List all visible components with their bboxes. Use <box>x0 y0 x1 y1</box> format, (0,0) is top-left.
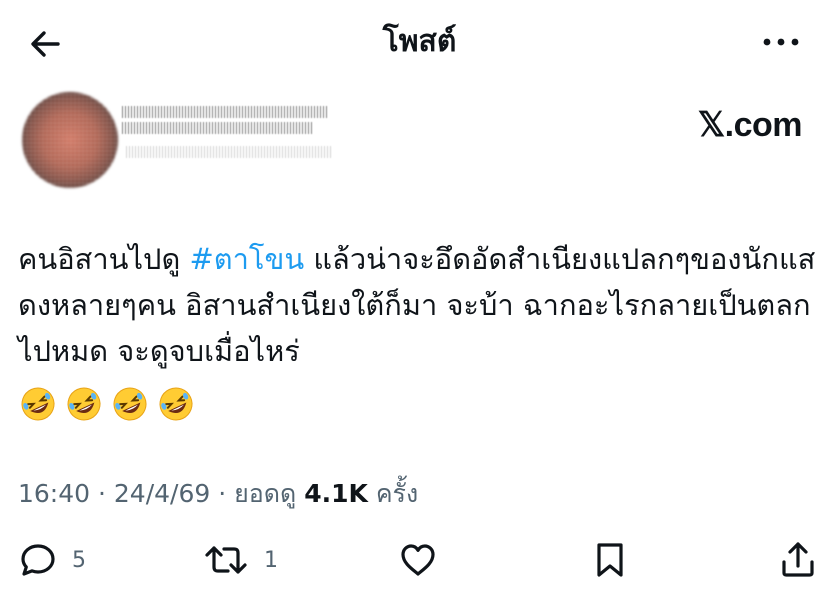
views-label-prefix: ยอดดู <box>234 479 305 508</box>
author-name-line-2 <box>122 122 312 134</box>
rofl-emoji-icon <box>64 384 104 424</box>
action-bar: 5 1 <box>0 536 839 584</box>
author-handle <box>126 146 332 158</box>
page-title: โพสต์ <box>382 24 457 59</box>
bookmark-button[interactable] <box>590 536 630 584</box>
meta-separator: · <box>210 479 235 508</box>
author-name <box>122 106 328 118</box>
repost-button[interactable]: 1 <box>202 536 278 584</box>
more-horizontal-icon <box>761 26 801 58</box>
author-name-blurred[interactable] <box>122 98 332 180</box>
avatar[interactable] <box>22 92 118 188</box>
hashtag-link[interactable]: #ตาโขน <box>190 242 305 276</box>
top-bar: โพสต์ <box>0 0 839 84</box>
views-count: 4.1K <box>304 479 368 508</box>
share-button[interactable] <box>778 536 818 584</box>
heart-icon <box>398 540 438 580</box>
emoji-row <box>18 384 196 424</box>
rofl-emoji-icon <box>110 384 150 424</box>
rofl-emoji-icon <box>156 384 196 424</box>
rofl-emoji-icon <box>18 384 58 424</box>
post-date[interactable]: 24/4/69 <box>114 479 210 508</box>
reply-icon <box>18 540 58 580</box>
author-row[interactable] <box>18 88 348 198</box>
post-text-part-1: คนอิสานไปดู <box>18 242 190 276</box>
brand-watermark: 𝕏.com <box>697 106 803 144</box>
meta-separator: · <box>90 479 114 508</box>
bookmark-icon <box>590 540 630 580</box>
views-label-suffix: ครั้ง <box>367 479 419 508</box>
repost-count: 1 <box>264 547 278 573</box>
post-meta: 16:40 · 24/4/69 · ยอดดู 4.1K ครั้ง <box>18 474 418 514</box>
share-icon <box>778 540 818 580</box>
like-button[interactable] <box>398 536 452 584</box>
reply-count: 5 <box>72 547 86 573</box>
more-options-button[interactable] <box>761 26 801 58</box>
repost-icon <box>202 540 250 580</box>
reply-button[interactable]: 5 <box>18 536 86 584</box>
post-time[interactable]: 16:40 <box>18 479 90 508</box>
post-text: คนอิสานไปดู #ตาโขน แล้วน่าจะอึดอัดสำเนีย… <box>18 236 828 374</box>
